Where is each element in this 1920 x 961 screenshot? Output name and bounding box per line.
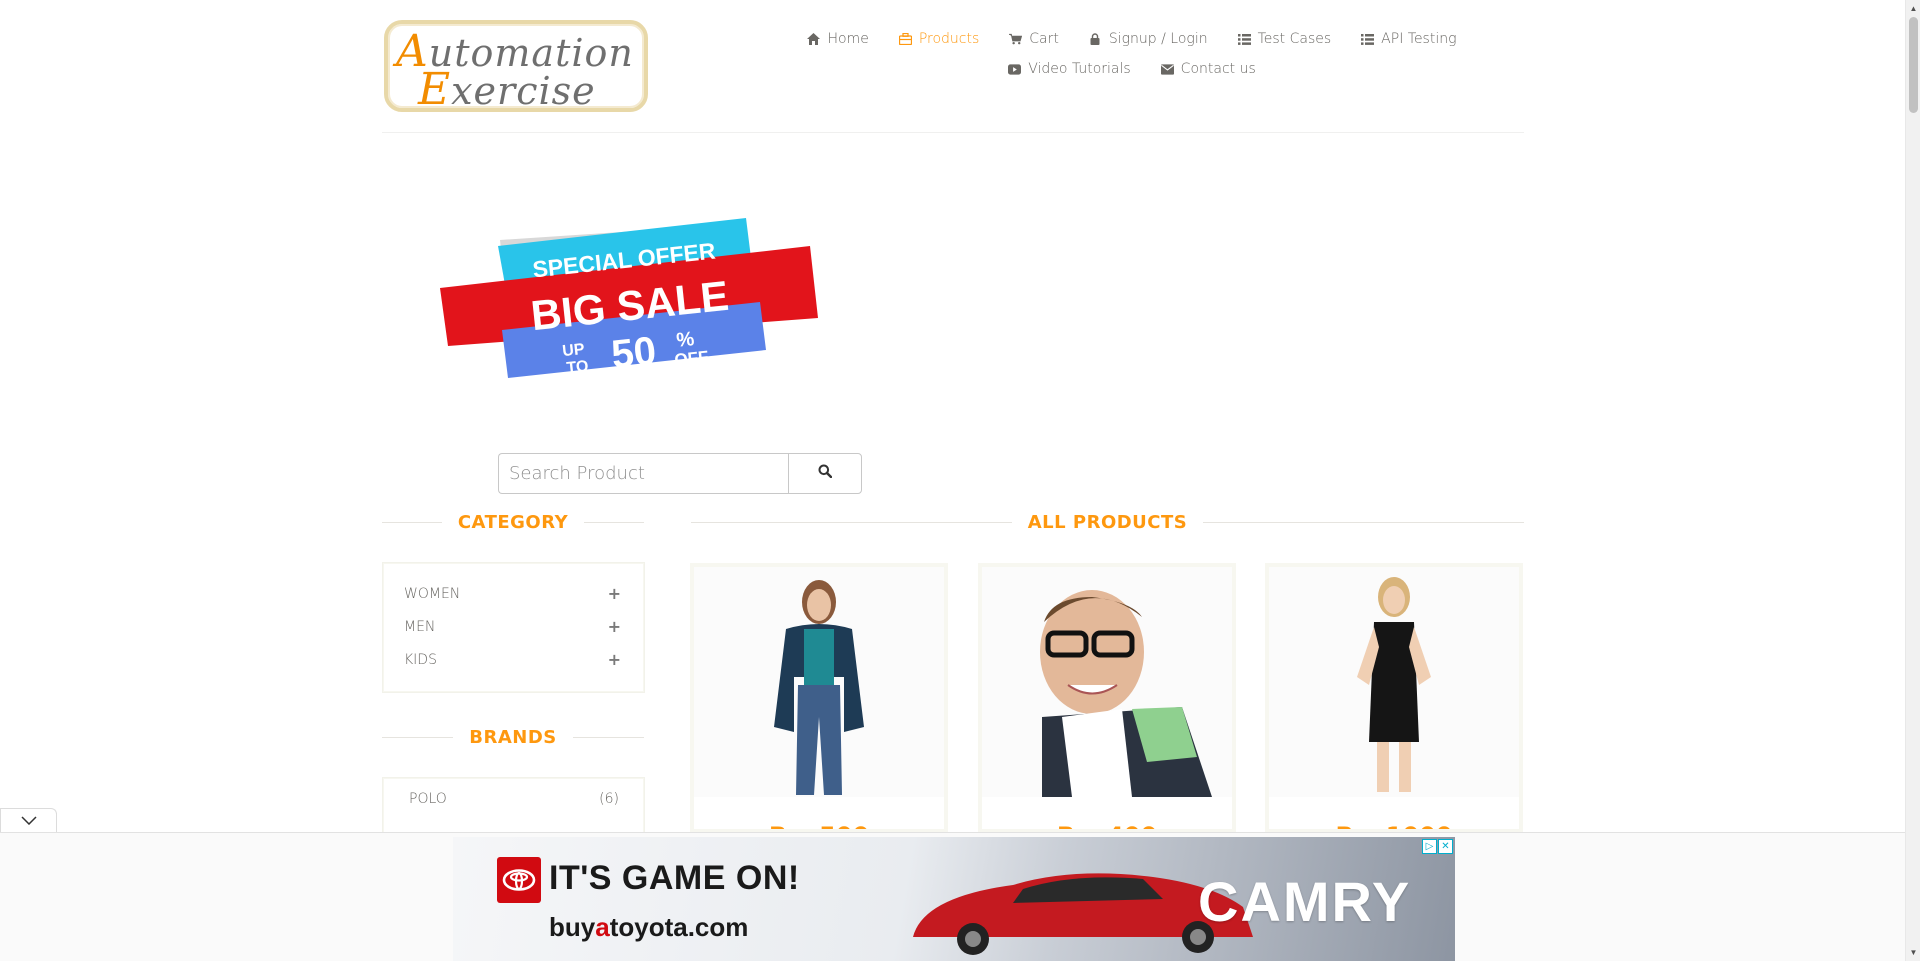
search-input[interactable] <box>498 453 788 494</box>
toyota-emblem-icon <box>497 857 541 903</box>
nav-video-tutorials-label: Video Tutorials <box>1028 61 1131 77</box>
plus-icon[interactable]: + <box>608 650 621 669</box>
category-label: WOMEN <box>404 585 461 602</box>
nav-products[interactable]: Products <box>884 28 994 50</box>
nav-contact-us[interactable]: Contact us <box>1146 58 1271 80</box>
search-button[interactable] <box>788 453 862 494</box>
brands-heading: BRANDS <box>382 726 645 748</box>
home-icon <box>807 33 821 46</box>
nav-products-label: Products <box>918 31 980 47</box>
page-scrollbar[interactable]: ▲ ▼ <box>1905 0 1920 961</box>
nav-home[interactable]: Home <box>792 28 883 50</box>
nav-video-tutorials[interactable]: Video Tutorials <box>993 58 1145 80</box>
category-women[interactable]: WOMEN + <box>384 577 643 610</box>
nav-contact-us-label: Contact us <box>1180 61 1256 77</box>
product-card[interactable]: Rs. 1000 <box>1265 563 1523 833</box>
site-logo[interactable]: Automation Exercise <box>384 20 648 115</box>
ad-headline: IT'S GAME ON! <box>549 859 800 897</box>
category-men[interactable]: MEN + <box>384 610 643 643</box>
adchoices-icon[interactable]: ▷ <box>1422 839 1437 854</box>
main-nav: Home Products Cart Signup / Login Test C… <box>782 28 1482 88</box>
list-icon <box>1237 33 1251 46</box>
scroll-down-arrow-icon[interactable]: ▼ <box>1909 948 1918 957</box>
scroll-up-arrow-icon[interactable]: ▲ <box>1909 4 1918 13</box>
category-title: CATEGORY <box>457 511 569 533</box>
nav-cart-label: Cart <box>1029 31 1059 47</box>
brand-label: POLO <box>409 791 447 807</box>
search-icon <box>818 464 833 483</box>
chevron-down-icon <box>20 812 37 830</box>
category-label: MEN <box>404 618 436 635</box>
plus-icon[interactable]: + <box>608 584 621 603</box>
category-label: KIDS <box>404 651 437 668</box>
ad-controls: ▷ ✕ <box>1422 839 1453 854</box>
ad-url: buyatoyota.com <box>549 912 749 942</box>
envelope-icon <box>1160 63 1174 76</box>
plus-icon[interactable]: + <box>608 617 621 636</box>
toyota-ad[interactable]: IT'S GAME ON! buyatoyota.com CAMRY ▷ ✕ <box>453 837 1455 961</box>
nav-signup-login[interactable]: Signup / Login <box>1074 28 1223 50</box>
banner-off: OFF <box>674 347 710 369</box>
nav-test-cases-label: Test Cases <box>1257 31 1332 47</box>
all-products-heading: ALL PRODUCTS <box>691 511 1525 533</box>
category-kids[interactable]: KIDS + <box>384 643 643 676</box>
ad-model-name: CAMRY <box>1198 870 1412 933</box>
banner-up: UP <box>562 341 586 360</box>
banner-to: TO <box>566 358 590 377</box>
sale-banner: SPECIAL OFFER BIG SALE UP TO 50 % OFF <box>436 210 828 390</box>
cart-icon <box>1009 33 1023 46</box>
lock-icon <box>1089 33 1102 46</box>
product-image[interactable] <box>1269 567 1519 797</box>
banner-percent: 50 <box>609 329 658 377</box>
nav-test-cases[interactable]: Test Cases <box>1223 28 1347 50</box>
nav-api-testing-label: API Testing <box>1381 31 1457 47</box>
nav-signup-label: Signup / Login <box>1108 31 1208 47</box>
logo-line-2: Exercise <box>418 64 596 115</box>
product-image[interactable] <box>694 567 944 797</box>
category-panel: WOMEN + MEN + KIDS + <box>383 563 644 692</box>
product-card[interactable]: Rs. 500 <box>690 563 948 833</box>
site-header: Automation Exercise Home Products Cart S… <box>382 0 1524 133</box>
briefcase-icon <box>898 33 912 46</box>
close-icon[interactable]: ✕ <box>1438 839 1453 854</box>
search-bar <box>498 453 862 494</box>
nav-home-label: Home <box>827 31 869 47</box>
product-image[interactable] <box>982 567 1232 797</box>
brand-polo[interactable]: POLO (6) <box>384 784 643 814</box>
nav-api-testing[interactable]: API Testing <box>1346 28 1471 50</box>
brand-count: (6) <box>599 791 619 807</box>
category-heading: CATEGORY <box>382 511 644 533</box>
product-card[interactable]: Rs. 400 <box>978 563 1236 833</box>
ad-collapse-button[interactable] <box>0 808 57 833</box>
scroll-thumb[interactable] <box>1909 17 1918 113</box>
brands-title: BRANDS <box>469 726 557 748</box>
nav-cart[interactable]: Cart <box>994 28 1074 50</box>
youtube-icon <box>1008 63 1022 76</box>
list-icon <box>1361 33 1375 46</box>
all-products-title: ALL PRODUCTS <box>1027 511 1188 533</box>
